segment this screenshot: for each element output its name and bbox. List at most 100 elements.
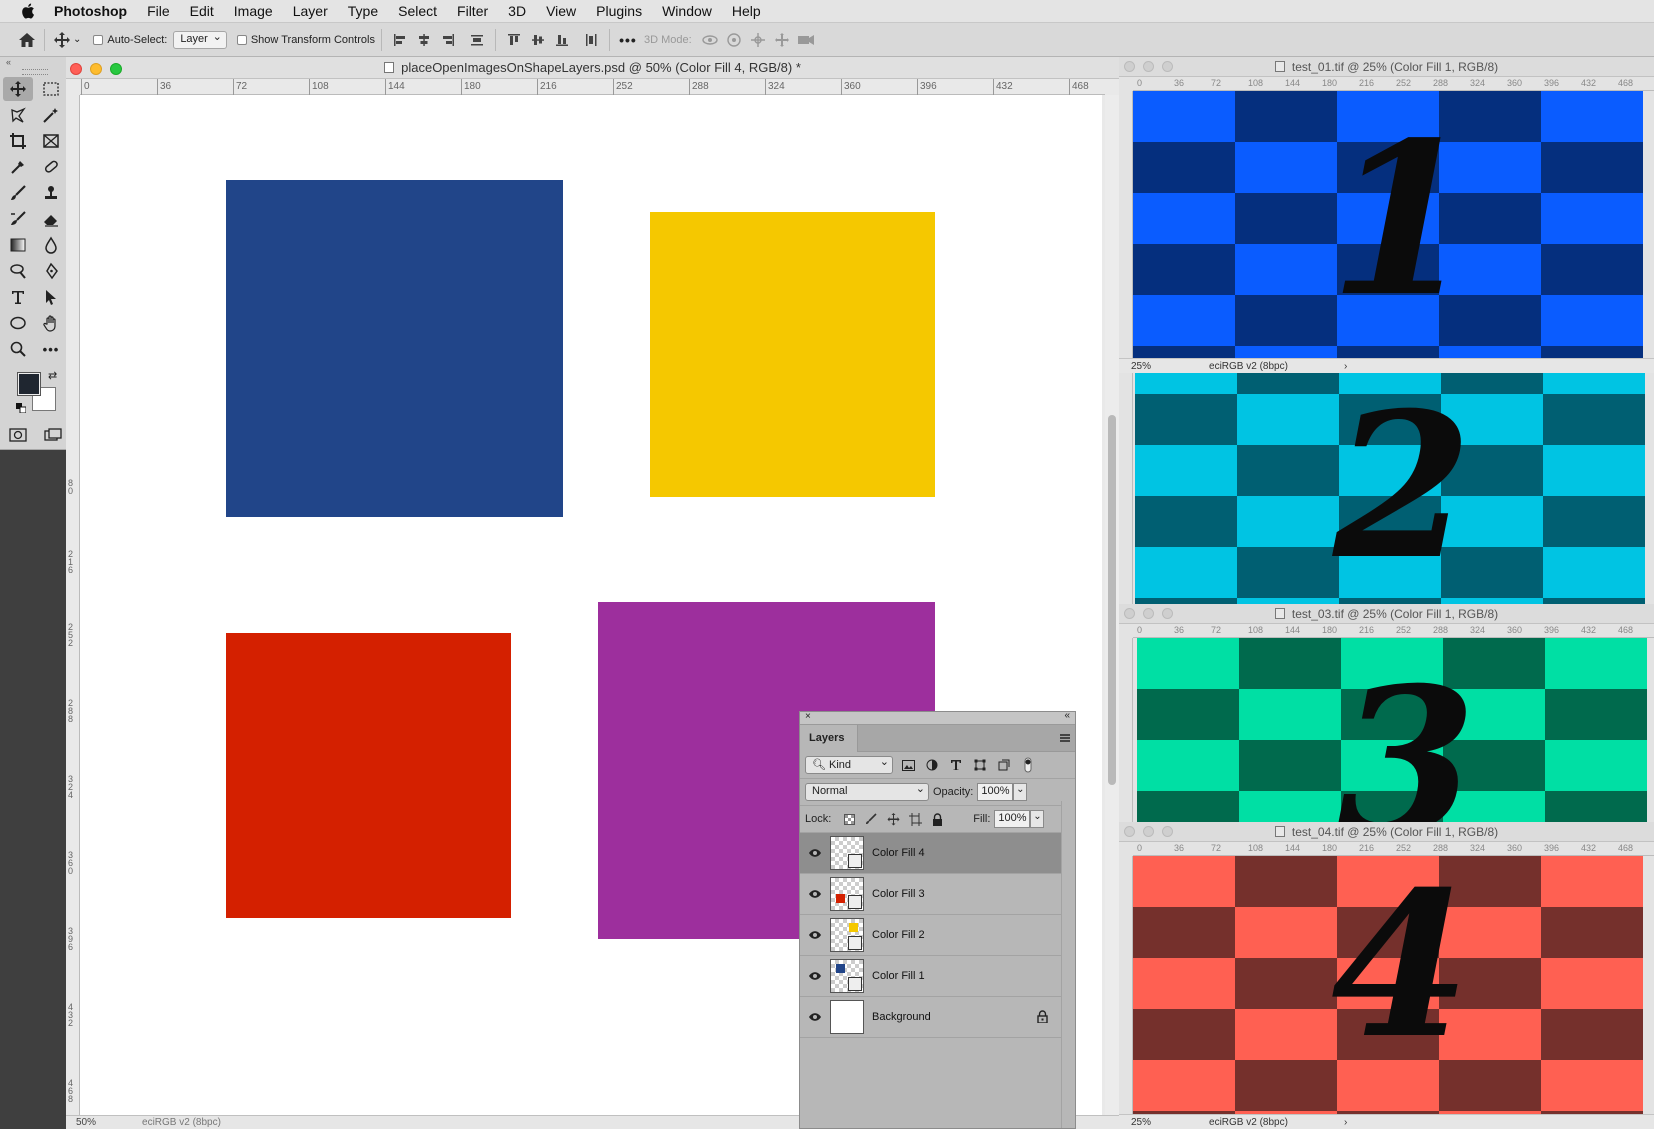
apple-icon[interactable] <box>20 3 36 19</box>
filter-pixel-icon[interactable] <box>899 756 917 774</box>
collapse-icon[interactable]: « <box>0 57 70 67</box>
pan-3d-icon[interactable] <box>749 31 767 49</box>
panel-menu-icon[interactable] <box>1060 734 1070 742</box>
gradient-tool[interactable] <box>3 233 33 257</box>
fill-field[interactable]: 100% <box>994 810 1031 828</box>
visibility-eye-icon[interactable] <box>800 930 830 940</box>
auto-select-target[interactable]: Layer <box>173 30 227 49</box>
layer-row-color-fill-3[interactable]: Color Fill 3 <box>800 874 1062 915</box>
visibility-eye-icon[interactable] <box>800 889 830 899</box>
lock-all-icon[interactable] <box>929 811 945 827</box>
vertical-ruler[interactable] <box>1119 856 1133 1129</box>
image-canvas[interactable]: 1 <box>1133 91 1654 358</box>
ellipse-tool[interactable] <box>3 311 33 335</box>
chevron-right-icon[interactable]: › <box>1344 361 1347 372</box>
clone-stamp-tool[interactable] <box>36 181 66 205</box>
menu-file[interactable]: File <box>147 3 170 19</box>
vertical-ruler[interactable]: 80 216 252 288 324 360 396 432 468 <box>66 95 80 1115</box>
align-right-icon[interactable] <box>439 31 457 49</box>
brush-tool[interactable] <box>3 181 33 205</box>
vertical-ruler[interactable] <box>1119 373 1133 604</box>
image-window-4[interactable]: test_04.tif @ 25% (Color Fill 1, RGB/8) … <box>1119 822 1654 1129</box>
horizontal-ruler[interactable]: 0 36 72 108 144 180 216 252 288 324 360 396 432 468 <box>1133 77 1654 91</box>
fill-slider-toggle[interactable]: ⌄ <box>1030 810 1045 828</box>
eyedropper-tool[interactable] <box>3 155 33 179</box>
lock-position-icon[interactable] <box>885 811 901 827</box>
layers-scrollbar[interactable] <box>1061 801 1075 1128</box>
default-colors-icon[interactable] <box>16 402 27 414</box>
zoom-level[interactable]: 50% <box>76 1117 96 1128</box>
horizontal-ruler[interactable]: 0 36 72 108 144 180 216 252 288 324 360 396 432 468 <box>1133 842 1654 856</box>
filter-toggle-icon[interactable] <box>1019 756 1037 774</box>
image-canvas[interactable]: 2 <box>1135 373 1654 604</box>
slide-3d-icon[interactable] <box>773 31 791 49</box>
image-canvas[interactable]: 4 <box>1133 856 1654 1114</box>
lock-artboard-icon[interactable] <box>907 811 923 827</box>
marquee-tool[interactable] <box>36 77 66 101</box>
auto-select-checkbox[interactable]: Auto-Select: <box>93 34 167 46</box>
filter-type-icon[interactable] <box>947 756 965 774</box>
horizontal-ruler[interactable]: 0 36 72 108 144 180 216 252 288 324 360 396 432 468 <box>1133 624 1654 638</box>
orbit-3d-icon[interactable] <box>701 31 719 49</box>
menu-image[interactable]: Image <box>234 3 273 19</box>
lasso-tool[interactable] <box>3 103 33 127</box>
menu-select[interactable]: Select <box>398 3 437 19</box>
align-left-icon[interactable] <box>391 31 409 49</box>
layer-row-color-fill-4[interactable]: Color Fill 4 <box>800 833 1062 874</box>
chevron-down-icon[interactable]: ⌄ <box>73 34 81 45</box>
minimize-window-icon[interactable] <box>1143 826 1154 837</box>
zoom-window-icon[interactable] <box>1162 826 1173 837</box>
shape-color-fill-3[interactable] <box>226 633 511 918</box>
zoom-window-icon[interactable] <box>1162 61 1173 72</box>
menu-app[interactable]: Photoshop <box>54 3 127 19</box>
visibility-eye-icon[interactable] <box>800 971 830 981</box>
vertical-ruler[interactable] <box>1119 638 1133 822</box>
menu-filter[interactable]: Filter <box>457 3 488 19</box>
roll-3d-icon[interactable] <box>725 31 743 49</box>
dodge-tool[interactable] <box>3 259 33 283</box>
lock-pixels-icon[interactable] <box>863 811 879 827</box>
vertical-scrollbar[interactable] <box>1105 95 1119 1115</box>
menu-view[interactable]: View <box>546 3 576 19</box>
tab-layers[interactable]: Layers <box>800 725 858 752</box>
close-window-icon[interactable] <box>1124 826 1135 837</box>
chevron-right-icon[interactable]: › <box>1344 1117 1347 1128</box>
align-middle-icon[interactable] <box>529 31 547 49</box>
more-options-icon[interactable]: ••• <box>619 31 637 49</box>
filter-smart-object-icon[interactable] <box>995 756 1013 774</box>
pen-tool[interactable] <box>36 259 66 283</box>
menu-3d[interactable]: 3D <box>508 3 526 19</box>
foreground-color[interactable] <box>17 372 41 396</box>
minimize-window-icon[interactable] <box>1143 61 1154 72</box>
menu-plugins[interactable]: Plugins <box>596 3 642 19</box>
shape-color-fill-1[interactable] <box>226 180 563 517</box>
image-window-1[interactable]: test_01.tif @ 25% (Color Fill 1, RGB/8) … <box>1119 57 1654 373</box>
zoom-level[interactable]: 25% <box>1131 361 1151 372</box>
distribute-icon[interactable] <box>468 31 486 49</box>
more-tools-icon[interactable]: ••• <box>36 337 66 361</box>
distribute-vertical-icon[interactable] <box>582 31 600 49</box>
align-top-icon[interactable] <box>505 31 523 49</box>
filter-kind-select[interactable]: 🔍︎ Kind <box>805 755 893 774</box>
frame-tool[interactable] <box>36 129 66 153</box>
blur-tool[interactable] <box>36 233 66 257</box>
minimize-window-icon[interactable] <box>90 63 102 75</box>
visibility-eye-icon[interactable] <box>800 1012 830 1022</box>
lock-transparent-icon[interactable] <box>841 811 857 827</box>
healing-brush-tool[interactable] <box>36 155 66 179</box>
crop-tool[interactable] <box>3 129 33 153</box>
collapse-panel-icon[interactable]: « <box>1064 710 1070 721</box>
history-brush-tool[interactable] <box>3 207 33 231</box>
menu-layer[interactable]: Layer <box>293 3 328 19</box>
screen-mode-icon[interactable] <box>38 423 68 447</box>
menu-window[interactable]: Window <box>662 3 712 19</box>
quick-mask-icon[interactable] <box>3 423 33 447</box>
image-canvas[interactable]: 3 <box>1137 638 1654 822</box>
home-icon[interactable] <box>16 29 38 51</box>
horizontal-ruler[interactable]: 0 36 72 108 144 180 216 252 288 324 360 … <box>80 79 1105 95</box>
layer-row-color-fill-1[interactable]: Color Fill 1 <box>800 956 1062 997</box>
eraser-tool[interactable] <box>36 207 66 231</box>
vertical-ruler[interactable] <box>1119 91 1133 373</box>
minimize-window-icon[interactable] <box>1143 608 1154 619</box>
layer-row-color-fill-2[interactable]: Color Fill 2 <box>800 915 1062 956</box>
